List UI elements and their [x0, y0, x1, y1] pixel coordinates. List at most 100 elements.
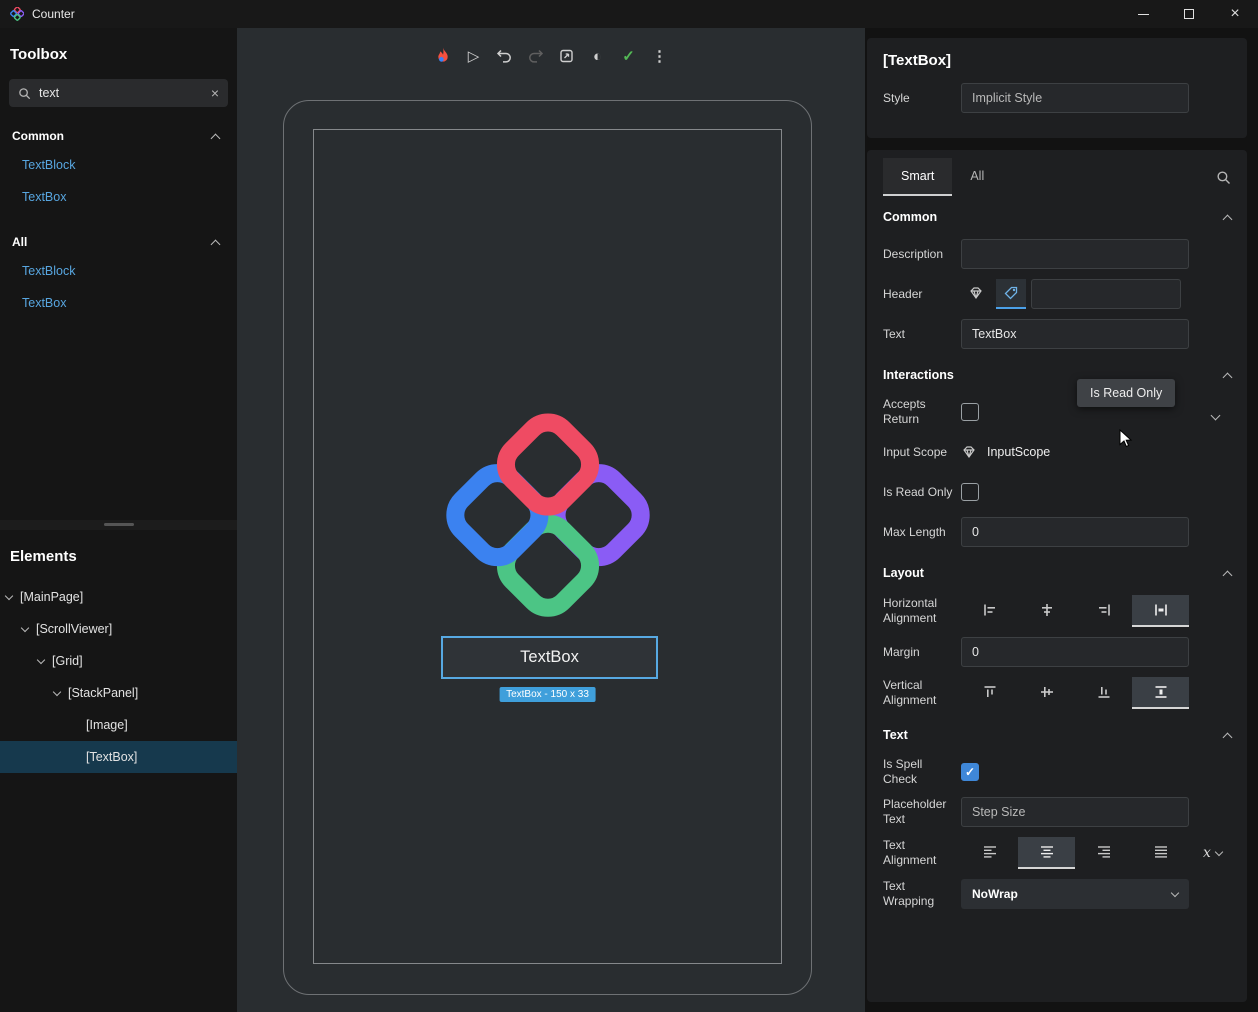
- description-input[interactable]: [961, 239, 1189, 269]
- canvas-textbox-control[interactable]: TextBox: [441, 636, 658, 679]
- tree-item-stackpanel[interactable]: [StackPanel]: [0, 677, 237, 709]
- is-read-only-tooltip: Is Read Only: [1077, 379, 1175, 407]
- tree-item-textbox[interactable]: [TextBox]: [0, 741, 237, 773]
- hot-reload-flame-icon[interactable]: [432, 44, 454, 68]
- check-icon: ✓: [965, 765, 975, 779]
- accepts-return-checkbox[interactable]: [961, 403, 979, 421]
- left-sidebar: Toolbox × Common TextBlock TextBox All T…: [0, 28, 237, 1012]
- text-align-justify-icon[interactable]: [1132, 837, 1189, 869]
- splitter-handle[interactable]: [104, 523, 134, 526]
- section-text[interactable]: Text: [883, 718, 1231, 752]
- group-label: Common: [12, 129, 64, 143]
- align-bottom-icon[interactable]: [1075, 677, 1132, 709]
- toolbox-item-textblock[interactable]: TextBlock: [0, 149, 237, 181]
- binding-gem-icon[interactable]: [961, 444, 977, 460]
- section-label: Layout: [883, 566, 924, 580]
- theme-toggle-icon[interactable]: ◐: [587, 44, 609, 68]
- text-input[interactable]: [961, 319, 1189, 349]
- text-wrapping-label: Text Wrapping: [883, 879, 961, 909]
- toolbox-search[interactable]: ×: [9, 79, 228, 107]
- section-label: Interactions: [883, 368, 954, 382]
- tree-item-label: [TextBox]: [86, 750, 137, 764]
- tree-item-image[interactable]: [Image]: [0, 709, 237, 741]
- toolbox-panel: Toolbox × Common TextBlock TextBox All T…: [0, 28, 237, 520]
- section-common[interactable]: Common: [883, 200, 1231, 234]
- property-search-button[interactable]: [1216, 158, 1231, 196]
- align-center-vertical-icon[interactable]: [1018, 677, 1075, 709]
- is-read-only-checkbox[interactable]: [961, 483, 979, 501]
- selection-size-badge: TextBox - 150 x 33: [499, 687, 596, 702]
- section-layout[interactable]: Layout: [883, 556, 1231, 590]
- fit-view-icon[interactable]: [556, 44, 578, 68]
- stretch-horizontal-icon[interactable]: [1132, 595, 1189, 627]
- margin-input[interactable]: [961, 637, 1189, 667]
- horizontal-alignment-label: Horizontal Alignment: [883, 596, 961, 626]
- canvas-textbox-text: TextBox: [520, 648, 579, 667]
- align-left-icon[interactable]: [961, 595, 1018, 627]
- toolbox-item-textbox[interactable]: TextBox: [0, 287, 237, 319]
- tree-item-mainpage[interactable]: [MainPage]: [0, 581, 237, 613]
- align-top-icon[interactable]: [961, 677, 1018, 709]
- sidebar-splitter[interactable]: [0, 520, 237, 530]
- chevron-down-icon[interactable]: [21, 623, 29, 631]
- align-center-horizontal-icon[interactable]: [1018, 595, 1075, 627]
- maximize-icon: [1184, 9, 1194, 19]
- toolbox-search-input[interactable]: [39, 86, 203, 100]
- chevron-down-icon[interactable]: [53, 687, 61, 695]
- margin-label: Margin: [883, 645, 961, 660]
- tree-item-scrollviewer[interactable]: [ScrollViewer]: [0, 613, 237, 645]
- chevron-up-icon[interactable]: [1223, 732, 1233, 742]
- toolbox-item-textbox[interactable]: TextBox: [0, 181, 237, 213]
- placeholder-text-input[interactable]: [961, 797, 1189, 827]
- chevron-up-icon[interactable]: [1223, 570, 1233, 580]
- max-length-input[interactable]: [961, 517, 1189, 547]
- redo-icon[interactable]: [525, 44, 547, 68]
- play-icon[interactable]: ▷: [463, 44, 485, 68]
- tab-all[interactable]: All: [952, 158, 1002, 196]
- text-wrapping-dropdown[interactable]: NoWrap: [961, 879, 1189, 909]
- tree-item-grid[interactable]: [Grid]: [0, 645, 237, 677]
- align-right-icon[interactable]: [1075, 595, 1132, 627]
- app-logo-image[interactable]: [435, 406, 660, 631]
- overflow-menu-icon[interactable]: ⋮: [649, 44, 671, 68]
- text-align-center-icon[interactable]: [1018, 837, 1075, 869]
- properties-panel: [TextBox] Style Smart All Common Descrip…: [865, 28, 1258, 1012]
- validation-check-icon[interactable]: ✓: [618, 44, 640, 68]
- stretch-vertical-icon[interactable]: [1132, 677, 1189, 709]
- chevron-down-icon[interactable]: [5, 591, 13, 599]
- device-screen[interactable]: TextBox TextBox - 150 x 33: [313, 129, 782, 964]
- vertical-alignment-group: [961, 677, 1189, 709]
- vertical-alignment-label: Vertical Alignment: [883, 678, 961, 708]
- text-align-right-icon[interactable]: [1075, 837, 1132, 869]
- input-scope-value[interactable]: InputScope: [987, 445, 1050, 459]
- is-spell-check-checkbox[interactable]: ✓: [961, 763, 979, 781]
- group-label: All: [12, 235, 27, 249]
- undo-icon[interactable]: [494, 44, 516, 68]
- minimize-button[interactable]: [1120, 0, 1166, 28]
- toolbox-item-label: TextBox: [22, 296, 66, 310]
- expression-button[interactable]: x: [1203, 845, 1222, 861]
- section-label: Common: [883, 210, 937, 224]
- header-input[interactable]: [1031, 279, 1181, 309]
- tag-icon[interactable]: [996, 279, 1026, 309]
- device-frame: TextBox TextBox - 150 x 33: [283, 100, 812, 995]
- horizontal-alignment-group: [961, 595, 1189, 627]
- close-button[interactable]: ×: [1212, 0, 1258, 28]
- section-interactions[interactable]: Interactions: [883, 358, 1231, 392]
- maximize-button[interactable]: [1166, 0, 1212, 28]
- tree-item-label: [StackPanel]: [68, 686, 138, 700]
- toolbox-item-textblock[interactable]: TextBlock: [0, 255, 237, 287]
- binding-gem-icon[interactable]: [961, 279, 991, 309]
- tab-smart[interactable]: Smart: [883, 158, 952, 196]
- chevron-down-icon[interactable]: [37, 655, 45, 663]
- chevron-up-icon[interactable]: [1223, 372, 1233, 382]
- design-canvas[interactable]: ▷ ◐ ✓ ⋮ TextBox: [237, 28, 865, 1012]
- toolbox-group-common[interactable]: Common: [0, 123, 237, 149]
- minimize-icon: [1138, 14, 1149, 15]
- clear-search-icon[interactable]: ×: [211, 86, 219, 100]
- toolbox-group-all[interactable]: All: [0, 229, 237, 255]
- text-align-left-icon[interactable]: [961, 837, 1018, 869]
- toolbox-item-label: TextBlock: [22, 158, 76, 172]
- chevron-up-icon[interactable]: [1223, 214, 1233, 224]
- style-input[interactable]: [961, 83, 1189, 113]
